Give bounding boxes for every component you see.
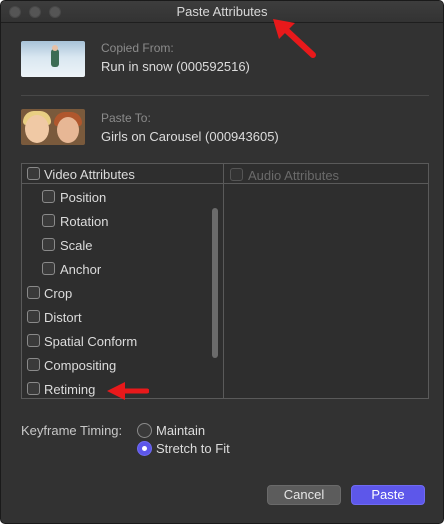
paste-attributes-dialog: Paste Attributes Copied From: Run in sno… [0, 0, 444, 524]
audio-attributes-header: Audio Attributes [224, 164, 428, 184]
paste-to-clip-name: Girls on Carousel (000943605) [101, 129, 279, 144]
spatial-conform-label: Spatial Conform [44, 334, 138, 349]
window-title: Paste Attributes [176, 4, 268, 19]
stretch-to-fit-radio[interactable] [137, 441, 152, 456]
video-attributes-scrollbar[interactable] [212, 208, 218, 358]
attributes-panel: Video Attributes Position Rotation Scale… [21, 163, 429, 399]
retiming-checkbox[interactable] [27, 382, 40, 395]
audio-attributes-label: Audio Attributes [248, 168, 340, 183]
distort-checkbox[interactable] [27, 310, 40, 323]
maintain-label: Maintain [156, 423, 206, 438]
keyframe-timing-label: Keyframe Timing: [21, 423, 123, 438]
video-attributes-label: Video Attributes [44, 167, 135, 182]
paste-to-label: Paste To: [101, 111, 151, 125]
annotation-arrow-title-icon [273, 19, 316, 58]
audio-attributes-checkbox[interactable] [230, 168, 243, 181]
copied-from-label: Copied From: [101, 41, 174, 55]
scale-label: Scale [60, 238, 93, 253]
crop-checkbox[interactable] [27, 286, 40, 299]
scale-checkbox[interactable] [42, 238, 55, 251]
stretch-to-fit-label: Stretch to Fit [156, 441, 230, 456]
divider [21, 95, 429, 96]
anchor-label: Anchor [60, 262, 102, 277]
rotation-label: Rotation [60, 214, 109, 229]
compositing-label: Compositing [44, 358, 117, 373]
paste-to-thumbnail [21, 109, 85, 145]
crop-label: Crop [44, 286, 73, 301]
copied-from-clip-name: Run in snow (000592516) [101, 59, 250, 74]
audio-attributes-list: Audio Attributes [223, 164, 428, 398]
video-attributes-checkbox[interactable] [27, 167, 40, 180]
cancel-button[interactable]: Cancel [267, 485, 341, 505]
spatial-conform-checkbox[interactable] [27, 334, 40, 347]
compositing-checkbox[interactable] [27, 358, 40, 371]
annotation-arrow-retiming-icon [107, 382, 149, 400]
distort-label: Distort [44, 310, 82, 325]
copied-from-thumbnail [21, 41, 85, 77]
retiming-label: Retiming [44, 382, 96, 397]
video-attributes-list: Video Attributes Position Rotation Scale… [22, 164, 223, 398]
anchor-checkbox[interactable] [42, 262, 55, 275]
video-attributes-header: Video Attributes [22, 164, 223, 184]
title-bar: Paste Attributes [1, 1, 443, 23]
rotation-checkbox[interactable] [42, 214, 55, 227]
paste-button[interactable]: Paste [351, 485, 425, 505]
position-checkbox[interactable] [42, 190, 55, 203]
position-label: Position [60, 190, 107, 205]
maintain-radio[interactable] [137, 423, 152, 438]
